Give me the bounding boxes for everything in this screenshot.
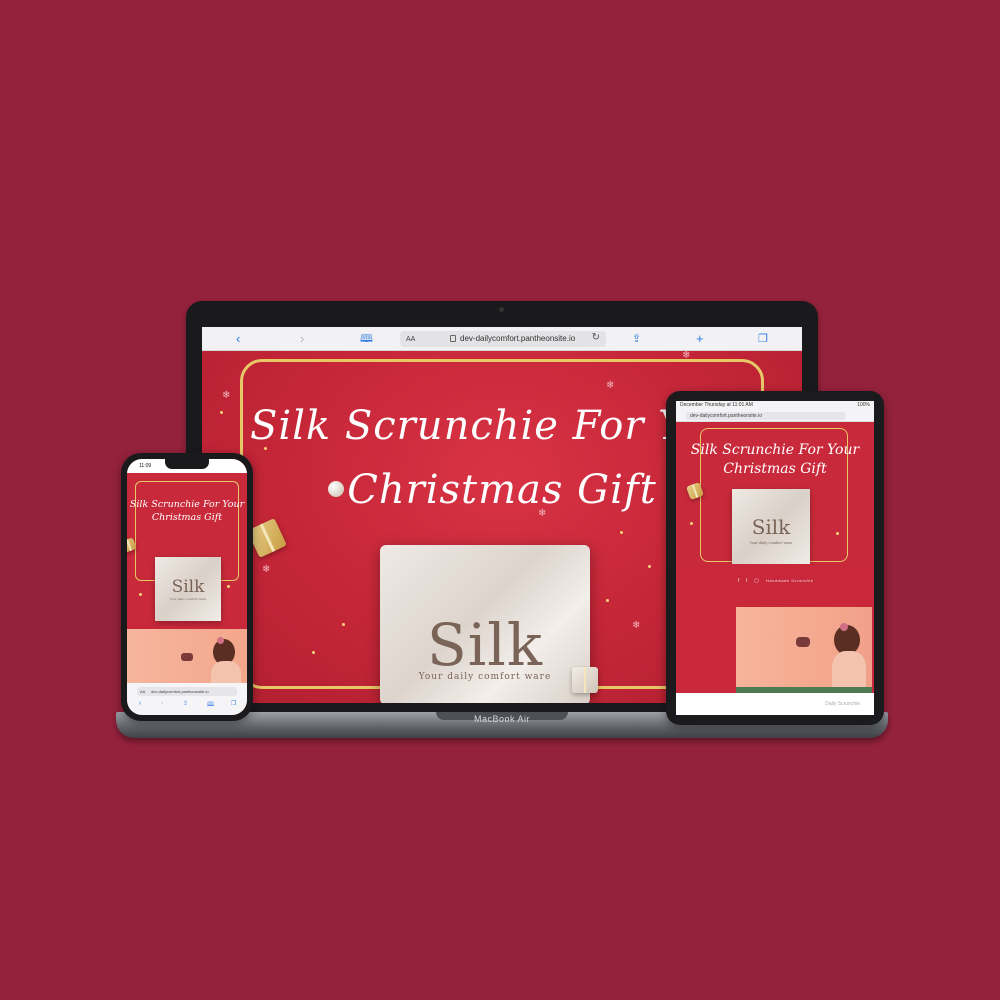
hand-shape [796, 637, 810, 647]
chevron-right-icon[interactable]: › [161, 700, 163, 707]
silk-tagline: Your daily comfort ware [169, 597, 207, 601]
silk-tagline: Your daily comfort ware [749, 541, 793, 545]
tabs-icon[interactable]: ❐ [231, 700, 236, 707]
phone-address-bar[interactable]: AA dev-dailycomfort.pantheonsite.io [137, 687, 237, 696]
phone-browser-toolbar: AA dev-dailycomfort.pantheonsite.io ‹ › … [127, 683, 247, 715]
phone-url-text: dev-dailycomfort.pantheonsite.io [151, 689, 209, 694]
phone-device: 11:09 Silk Scrunchie For Your Christmas … [121, 453, 253, 721]
book-icon[interactable]: 🕮 [360, 331, 373, 347]
shoulder-shape [832, 651, 866, 687]
hero-title-line2: Christmas Gift [723, 461, 827, 477]
sparkle-icon [312, 651, 315, 654]
reload-icon[interactable]: ↻ [592, 332, 600, 343]
model-photo [127, 629, 247, 683]
tablet-address-bar[interactable]: dev-dailycomfort.pantheonsite.io [686, 412, 846, 420]
silk-product-card[interactable]: Silk Your daily comfort ware [155, 557, 221, 621]
phone-notch [165, 459, 209, 469]
snowflake-icon: ❄ [632, 620, 641, 631]
sparkle-icon [342, 623, 345, 626]
silk-product-card[interactable]: Silk Your daily comfort ware [380, 545, 590, 703]
sparkle-icon [648, 565, 651, 568]
text-size-button[interactable]: AA [140, 687, 145, 696]
snowflake-icon: ❄ [682, 350, 691, 361]
laptop-url-text: dev-dailycomfort.pantheonsite.io [460, 334, 576, 343]
tablet-status-time: December Thursday at 11:01 AM [680, 402, 753, 408]
tabs-icon[interactable]: ❐ [758, 331, 768, 347]
sparkle-icon [220, 411, 223, 414]
silk-tagline: Your daily comfort ware [418, 672, 552, 682]
tablet-status-bar: December Thursday at 11:01 AM 100% [676, 401, 874, 410]
hero-title-line1: Silk Scrunchie For Your [129, 499, 245, 510]
model-photo [736, 607, 872, 687]
sparkle-icon [139, 593, 142, 596]
twitter-icon[interactable]: t [746, 578, 747, 584]
share-icon[interactable]: ⇪ [632, 331, 641, 347]
snowflake-icon: ❄ [222, 390, 231, 401]
snowflake-icon: ❄ [606, 380, 615, 391]
chevron-right-icon[interactable]: › [300, 331, 304, 347]
sparkle-icon [620, 531, 623, 534]
laptop-browser-toolbar: ‹ › 🕮 AA dev-dailycomfort.pantheonsite.i… [202, 327, 802, 351]
tablet-social-bar: f t ▢ Handmade Scrunchie [676, 564, 874, 598]
silk-brand-logo: Silk [171, 577, 205, 597]
silk-brand-logo: Silk [427, 611, 543, 679]
hero-title-line2: Christmas Gift [151, 512, 223, 523]
laptop-address-bar[interactable]: AA dev-dailycomfort.pantheonsite.io ↻ [400, 331, 606, 347]
sparkle-icon [227, 585, 230, 588]
instagram-icon[interactable]: ▢ [754, 578, 759, 584]
gift-box-icon [572, 667, 598, 693]
shoulder-shape [211, 661, 241, 683]
tablet-battery: 100% [857, 402, 870, 408]
phone-status-time: 11:09 [139, 463, 152, 469]
chevron-left-icon[interactable]: ‹ [236, 331, 240, 347]
snowflake-icon: ❄ [538, 508, 547, 519]
tablet-hero-section: Silk Scrunchie For Your Christmas Gift S… [676, 422, 874, 567]
text-size-button[interactable]: AA [406, 336, 415, 343]
silk-product-card[interactable]: Silk Your daily comfort ware [732, 489, 810, 567]
book-icon[interactable]: 🕮 [207, 700, 214, 710]
hero-title-line1: Silk Scrunchie For Your [690, 442, 860, 458]
tablet-section-label: Handmade Scrunchie [766, 578, 814, 583]
tablet-screen: December Thursday at 11:01 AM 100% dev-d… [676, 401, 874, 715]
silk-brand-logo: Silk [751, 515, 791, 539]
phone-hero-section: Silk Scrunchie For Your Christmas Gift S… [127, 473, 247, 623]
sparkle-icon [836, 532, 839, 535]
tablet-footer: Daily Scrunchie [676, 693, 874, 715]
sparkle-icon [690, 522, 693, 525]
share-icon[interactable]: ⇪ [183, 700, 188, 707]
hand-shape [181, 653, 193, 661]
tablet-footer-text: Daily Scrunchie [825, 701, 860, 707]
scrunchie-shape [217, 637, 224, 644]
phone-screen: 11:09 Silk Scrunchie For Your Christmas … [127, 459, 247, 715]
sparkle-icon [264, 447, 267, 450]
chevron-left-icon[interactable]: ‹ [139, 700, 141, 707]
facebook-icon[interactable]: f [738, 578, 739, 584]
laptop-camera [499, 307, 504, 312]
tablet-device: December Thursday at 11:01 AM 100% dev-d… [666, 391, 884, 725]
tablet-browser-toolbar: dev-dailycomfort.pantheonsite.io [676, 410, 874, 422]
lock-icon [450, 335, 456, 342]
ornament-icon [328, 481, 344, 497]
scrunchie-shape [840, 623, 848, 631]
sparkle-icon [606, 599, 609, 602]
plus-icon[interactable]: + [696, 331, 704, 347]
snowflake-icon: ❄ [262, 564, 271, 575]
